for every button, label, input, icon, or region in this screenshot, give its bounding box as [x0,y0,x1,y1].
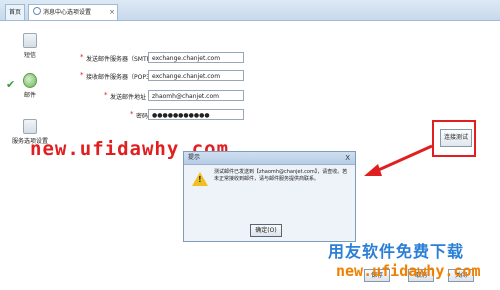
checkmark-icon: ✔ [6,78,16,91]
email-input[interactable]: zhaomh@chanjet.com [148,90,244,101]
required-mark: * [80,71,84,79]
mail-icon [23,73,37,88]
close-tab-icon[interactable]: × [109,5,115,20]
settings-icon [33,7,41,15]
dialog-titlebar: 提示 X [184,152,355,165]
sidebar-item-label: 邮件 [23,92,36,99]
watermark-site-bottom: new.ufidawhy.com [336,262,481,280]
sidebar-item-label: 短信 [23,52,36,59]
tab-home-label: 首页 [8,9,21,16]
watermark-brand: 用友软件免费下载 [328,242,465,261]
password-input[interactable]: ●●●●●●●●●●● [148,109,244,120]
tab-settings-label: 消息中心选项设置 [43,9,92,16]
message-dialog: 提示 X ! 测试邮件已发送到【zhaomh@chanjet.com】，请查收。… [183,151,356,242]
sms-icon [23,33,37,48]
arrow-icon [364,144,433,176]
tab-message-settings[interactable]: 消息中心选项设置 × [28,4,118,20]
required-mark: * [80,53,84,61]
ok-button[interactable]: 确定(O) [250,224,282,237]
smtp-label: 发送邮件服务器（SMTP） [86,56,157,63]
required-mark: * [130,110,134,118]
tab-bar: 首页 消息中心选项设置 × [0,0,500,21]
smtp-input[interactable]: exchange.chanjet.com [148,52,244,63]
tab-home[interactable]: 首页 [5,4,25,20]
password-label: 密码 [136,113,149,120]
pop3-label: 接收邮件服务器（POP3） [86,74,156,81]
required-mark: * [104,91,108,99]
dialog-title: 提示 [188,154,201,161]
dialog-message: 测试邮件已发送到【zhaomh@chanjet.com】，请查收。若未正常接收到… [214,169,348,182]
sidebar-item-sms[interactable]: 短信 [8,33,52,59]
warning-exclamation: ! [198,175,202,184]
pop3-input[interactable]: exchange.chanjet.com [148,70,244,81]
service-settings-icon [23,119,37,134]
email-label: 发送邮件地址 [110,94,147,101]
dialog-close-button[interactable]: X [345,152,350,164]
